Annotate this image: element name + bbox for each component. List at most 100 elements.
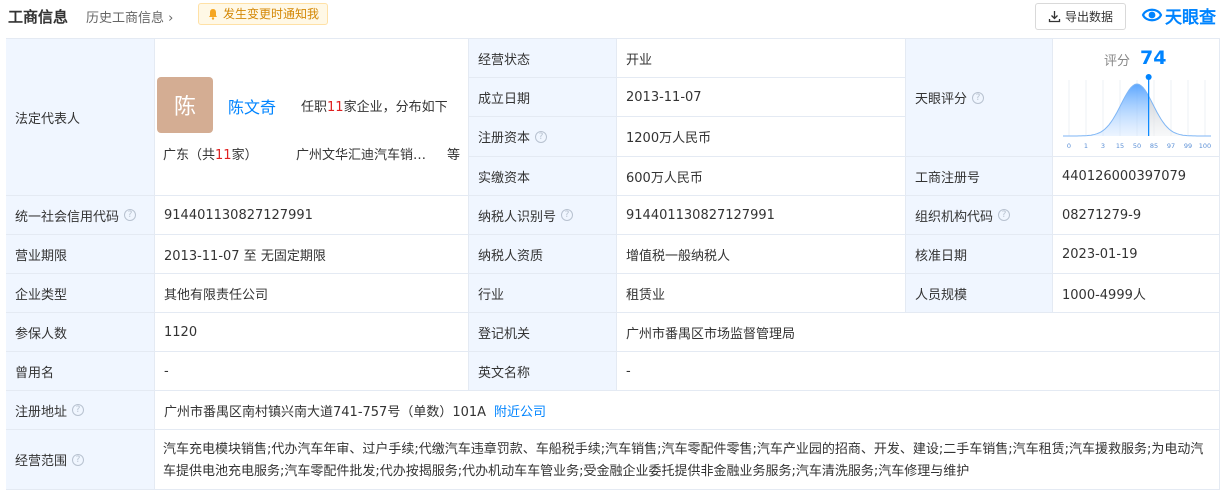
industry-value: 租赁业 xyxy=(626,287,666,303)
export-button[interactable]: 导出数据 xyxy=(1035,3,1126,30)
notify-label[interactable]: 发生变更时通知我 xyxy=(223,4,319,24)
help-icon[interactable]: ? xyxy=(535,130,548,143)
english-value: - xyxy=(626,363,631,379)
insured-value: 1120 xyxy=(164,324,198,340)
address-value-cell: 广州市番禺区南村镇兴南大道741-757号（单数）101A 附近公司 xyxy=(155,391,1220,430)
reg-no-label-cell: 工商注册号 xyxy=(906,157,1053,196)
help-icon[interactable]: ? xyxy=(561,209,574,221)
english-label: 英文名称 xyxy=(478,365,531,381)
reg-capital-label-cell: 注册资本? xyxy=(469,117,617,157)
reg-no-value: 440126000397079 xyxy=(1062,168,1187,184)
credit-code-value-cell: 914401130827127991 xyxy=(155,196,469,235)
taxpayer-qual-value: 增值税一般纳税人 xyxy=(626,248,731,264)
term-value: 2013-11-07 至 无固定期限 xyxy=(164,248,326,264)
export-label[interactable]: 导出数据 xyxy=(1065,8,1113,25)
legal-rep-company-link[interactable]: 广州文华汇迪汽车销… xyxy=(296,144,426,163)
taxpayer-qual-value-cell: 增值税一般纳税人 xyxy=(617,235,906,274)
type-value: 其他有限责任公司 xyxy=(164,287,269,303)
taxpayer-id-value: 914401130827127991 xyxy=(626,207,775,223)
approve-value: 2023-01-19 xyxy=(1062,246,1138,262)
tick-label: 1 xyxy=(1084,142,1088,150)
reg-capital-value-cell: 1200万人民币 xyxy=(617,117,906,157)
history-link-label[interactable]: 历史工商信息 xyxy=(86,11,164,26)
address-value: 广州市番禺区南村镇兴南大道741-757号（单数）101A xyxy=(164,404,487,420)
history-link[interactable]: 历史工商信息 › xyxy=(86,7,173,26)
legal-rep-label: 法定代表人 xyxy=(15,111,81,127)
bell-icon xyxy=(209,9,217,20)
reg-capital-label: 注册资本 xyxy=(478,131,531,146)
brand-name: 天眼查 xyxy=(1165,7,1216,28)
former-name-label-cell: 曾用名 xyxy=(6,352,155,391)
org-code-value-cell: 08271279-9 xyxy=(1053,196,1220,235)
org-code-label-cell: 组织机构代码? xyxy=(906,196,1053,235)
reg-capital-value: 1200万人民币 xyxy=(626,131,712,146)
former-name-value-cell: - xyxy=(155,352,469,391)
notify-button[interactable]: 发生变更时通知我 xyxy=(198,3,329,25)
founded-label-cell: 成立日期 xyxy=(469,78,617,117)
tick-label: 3 xyxy=(1101,142,1105,150)
scope-label: 经营范围 xyxy=(15,454,68,469)
industry-value-cell: 租赁业 xyxy=(617,274,906,313)
region-count: 11 xyxy=(215,148,232,163)
score-value: 74 xyxy=(1140,47,1167,69)
score-label: 评分 xyxy=(1104,54,1131,69)
legal-rep-name[interactable]: 陈文奇 xyxy=(228,94,276,118)
taxpayer-id-label: 纳税人识别号 xyxy=(478,209,557,225)
founded-value: 2013-11-07 xyxy=(626,89,702,105)
help-icon[interactable]: ? xyxy=(72,453,85,466)
status-label-cell: 经营状态 xyxy=(469,39,617,78)
address-label-cell: 注册地址? xyxy=(6,391,155,430)
chevron-right-icon: › xyxy=(168,11,174,26)
scope-label-cell: 经营范围? xyxy=(6,430,155,490)
tick-label: 97 xyxy=(1167,142,1175,150)
tick-label: 0 xyxy=(1067,142,1071,150)
type-label: 企业类型 xyxy=(15,287,68,303)
tick-label: 50 xyxy=(1133,142,1141,150)
founded-label: 成立日期 xyxy=(478,91,531,107)
tianyan-score-label-cell: 天眼评分? xyxy=(906,39,1053,157)
reg-no-label: 工商注册号 xyxy=(915,170,981,186)
org-code-value: 08271279-9 xyxy=(1062,207,1142,223)
score-distribution-chart: 0 1 3 15 50 85 97 99 100 xyxy=(1063,74,1211,150)
address-label: 注册地址 xyxy=(15,404,68,420)
founded-value-cell: 2013-11-07 xyxy=(617,78,906,117)
help-icon[interactable]: ? xyxy=(124,209,137,221)
brand-eye-icon xyxy=(1141,8,1163,22)
company-count[interactable]: 11 xyxy=(327,100,344,115)
english-value-cell: - xyxy=(617,352,1220,391)
insured-label-cell: 参保人数 xyxy=(6,313,155,352)
tick-label: 100 xyxy=(1199,142,1211,150)
info-prefix: 任职 xyxy=(301,100,328,115)
status-label: 经营状态 xyxy=(478,52,531,68)
term-label: 营业期限 xyxy=(15,248,68,264)
org-code-label: 组织机构代码 xyxy=(915,209,994,225)
credit-code-value: 914401130827127991 xyxy=(164,207,313,223)
region-prefix: 广东（共 xyxy=(163,148,216,163)
help-icon[interactable]: ? xyxy=(972,91,985,104)
approve-label: 核准日期 xyxy=(915,248,968,264)
taxpayer-qual-label: 纳税人资质 xyxy=(478,248,544,264)
reg-no-value-cell: 440126000397079 xyxy=(1053,157,1220,196)
legal-rep-region[interactable]: 广东（共11家） xyxy=(163,144,258,163)
status-value: 开业 xyxy=(626,52,653,68)
nearby-companies-link[interactable]: 附近公司 xyxy=(494,401,546,420)
help-icon[interactable]: ? xyxy=(998,209,1011,221)
download-icon xyxy=(1048,11,1061,23)
tick-label: 85 xyxy=(1150,142,1158,150)
status-value-cell: 开业 xyxy=(617,39,906,78)
credit-code-label: 统一社会信用代码 xyxy=(15,209,120,225)
brand-logo: 天眼查 xyxy=(1141,3,1216,28)
paid-capital-value: 600万人民币 xyxy=(626,170,703,186)
type-value-cell: 其他有限责任公司 xyxy=(155,274,469,313)
staff-label: 人员规模 xyxy=(915,287,968,303)
avatar[interactable]: 陈 xyxy=(157,77,213,133)
taxpayer-id-label-cell: 纳税人识别号? xyxy=(469,196,617,235)
score-pin xyxy=(1145,74,1152,80)
insured-value-cell: 1120 xyxy=(155,313,469,352)
staff-value-cell: 1000-4999人 xyxy=(1053,274,1220,313)
staff-value: 1000-4999人 xyxy=(1062,287,1146,303)
help-icon[interactable]: ? xyxy=(72,404,85,416)
insured-label: 参保人数 xyxy=(15,326,68,342)
tick-label: 15 xyxy=(1116,142,1124,150)
paid-capital-label: 实缴资本 xyxy=(478,170,531,186)
